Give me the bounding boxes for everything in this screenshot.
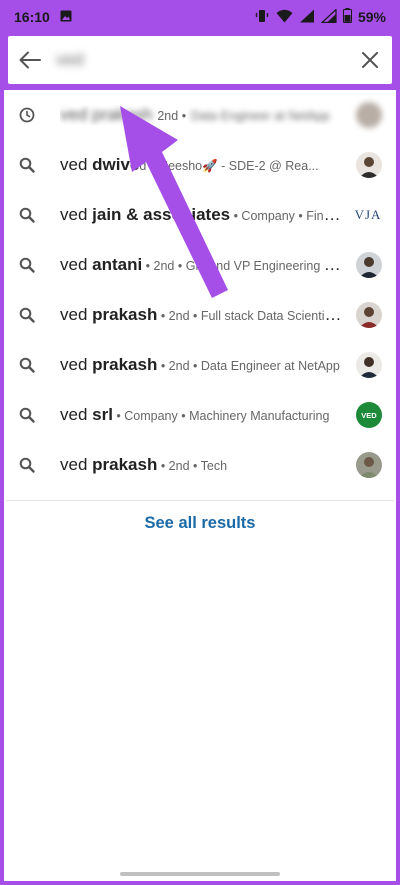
history-icon: [18, 106, 36, 124]
company-logo: VJA: [354, 207, 382, 222]
result-meta: • Company • Machinery Manufacturing: [112, 409, 330, 423]
search-suggestions: ved prakash 2nd • Data Engineer at NetAp…: [0, 90, 400, 490]
result-prefix: ved: [60, 455, 93, 474]
clear-search-button[interactable]: [348, 36, 392, 84]
result-name: prakash: [92, 455, 158, 474]
back-button[interactable]: [8, 36, 52, 84]
search-icon: [18, 456, 36, 474]
avatar: [356, 452, 382, 478]
home-indicator[interactable]: [120, 872, 280, 876]
status-bar: 16:10 59%: [0, 0, 400, 34]
company-logo: VED: [356, 402, 382, 428]
battery-percent: 59%: [357, 9, 386, 25]
vibrate-icon: [254, 9, 270, 26]
result-name: prakash: [92, 305, 158, 324]
signal-icon-secondary: [320, 7, 337, 26]
list-item[interactable]: ved prakash • 2nd • Tech: [0, 440, 400, 490]
result-meta: d • Meesho🚀 - SDE-2 @ Rea...: [139, 159, 319, 173]
result-meta: • Company • Financi...: [233, 209, 344, 223]
list-item[interactable]: ved antani • 2nd • GM and VP Engineering…: [0, 240, 400, 290]
close-icon: [362, 52, 378, 68]
recent-search-degree: 2nd •: [157, 109, 187, 123]
recent-search-item[interactable]: ved prakash 2nd • Data Engineer at NetAp…: [0, 90, 400, 140]
result-prefix: ved: [60, 255, 93, 274]
result-prefix: ved: [60, 155, 93, 174]
search-icon: [18, 306, 36, 324]
result-prefix: ved: [60, 205, 93, 224]
avatar: [356, 152, 382, 178]
list-item[interactable]: ved srl • Company • Machinery Manufactur…: [0, 390, 400, 440]
result-name: jain & associates: [92, 205, 231, 224]
search-box: ved: [8, 36, 392, 84]
search-query: ved: [56, 50, 84, 69]
list-item[interactable]: ved jain & associates • Company • Financ…: [0, 190, 400, 240]
result-meta: • 2nd • Full stack Data Scientist |...: [157, 309, 346, 323]
search-icon: [18, 206, 36, 224]
status-time: 16:10: [14, 9, 50, 25]
back-arrow-icon: [19, 51, 41, 69]
result-name: dwive: [92, 155, 140, 174]
search-icon: [18, 406, 36, 424]
avatar: [356, 352, 382, 378]
search-icon: [18, 156, 36, 174]
result-meta: • 2nd • Data Engineer at NetApp: [157, 359, 340, 373]
result-meta: • 2nd • Tech: [157, 459, 228, 473]
result-name: prakash: [92, 355, 158, 374]
list-item[interactable]: ved prakash • 2nd • Data Engineer at Net…: [0, 340, 400, 390]
divider: [6, 500, 394, 501]
search-header: ved: [0, 34, 400, 90]
avatar: [356, 252, 382, 278]
image-notification-icon: [60, 9, 72, 25]
result-prefix: ved: [60, 305, 93, 324]
recent-search-headline: Data Engineer at NetApp: [190, 109, 330, 123]
result-name: antani: [92, 255, 143, 274]
list-item[interactable]: ved dwived • Meesho🚀 - SDE-2 @ Rea...: [0, 140, 400, 190]
search-input[interactable]: ved: [52, 36, 348, 84]
avatar: [356, 302, 382, 328]
recent-search-name: ved prakash: [60, 105, 153, 124]
search-icon: [18, 256, 36, 274]
search-icon: [18, 356, 36, 374]
result-prefix: ved: [60, 355, 93, 374]
battery-icon: [342, 8, 352, 26]
signal-icon: [299, 9, 315, 26]
result-name: srl: [92, 405, 113, 424]
result-meta: • 2nd • GM and VP Engineering and...: [142, 259, 346, 273]
see-all-results-link[interactable]: See all results: [0, 514, 400, 533]
result-prefix: ved: [60, 405, 93, 424]
list-item[interactable]: ved prakash • 2nd • Full stack Data Scie…: [0, 290, 400, 340]
avatar: [356, 102, 382, 128]
wifi-icon: [276, 9, 293, 26]
